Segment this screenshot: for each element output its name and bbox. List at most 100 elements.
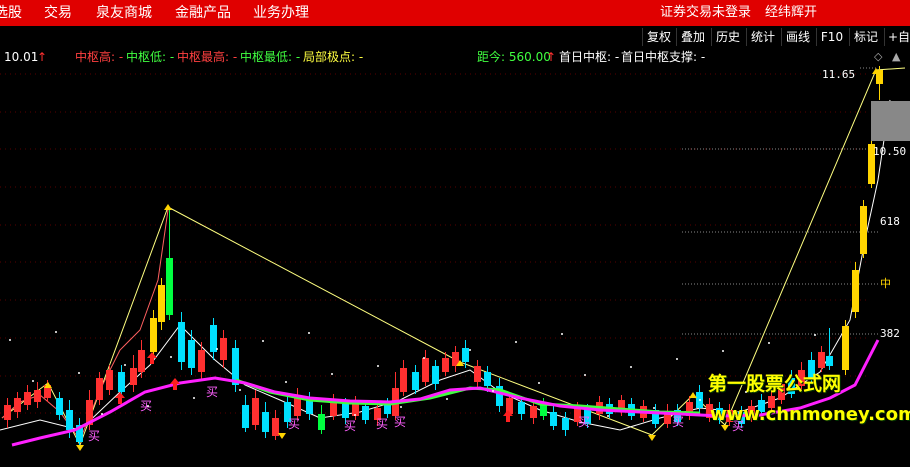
first-zhongshu: 首日中枢: - [559,50,620,64]
signal-dot [216,348,218,350]
menu-item-finance[interactable]: 金融产品 [175,3,231,23]
candle-body [442,358,449,372]
signal-dot [55,331,57,333]
add-watchlist-button[interactable]: +自选 [884,28,910,46]
fib-mid-label: 中 [880,277,891,290]
candle-body [562,418,569,430]
candle-body [462,348,469,362]
signal-dot [239,389,241,391]
top-menu-bar: 选股 交易 泉友商城 金融产品 业务办理 证券交易未登录 经纬辉开 [0,0,910,26]
buy-arrow-icon [170,378,180,390]
candle-body [474,366,481,382]
buy-label: 买 [394,415,406,429]
history-button[interactable]: 历史 [711,28,744,46]
signal-dot [423,357,425,359]
candle-body [106,370,113,390]
signal-dot [469,349,471,351]
mark-price-label: 10.50 [873,145,906,158]
candle-body [272,418,279,436]
stats-button[interactable]: 统计 [746,28,779,46]
buy-arrow-icon [115,392,125,404]
fuquan-button[interactable]: 复权 [642,28,675,46]
menu-item-business[interactable]: 业务办理 [253,3,309,23]
signal-dot [101,413,103,415]
distance-today: 距今: 560.00 [477,50,551,64]
candle-body [158,285,165,322]
candle-body [56,398,63,415]
fib-618-label: 618 [880,215,900,228]
login-status[interactable]: 证券交易未登录 [660,3,751,23]
collapse-icon[interactable]: ▲ [892,48,900,66]
candle-body [24,392,31,405]
candle-body [220,338,227,360]
candle-body [550,412,557,426]
first-zhongshu-support: 首日中枢支撑: - [621,50,706,64]
candle-body [842,326,849,370]
zhongshu-high: 中枢高: - [75,50,124,64]
signal-dot [78,372,80,374]
candle-body [198,350,205,372]
signal-dot [538,382,540,384]
fib-levels [682,67,878,335]
candle-body [242,405,249,428]
signal-dot [262,340,264,342]
f10-button[interactable]: F10 [816,28,847,46]
zhongshu-max: 中枢最高: - [177,50,238,64]
watermark-title: 第一股票公式网 [708,373,842,395]
signal-dot [630,366,632,368]
candle-body [826,356,833,366]
signal-dot [446,398,448,400]
up-arrow-icon: ↑ [546,50,557,64]
current-price: 10.01 [4,50,39,64]
candle-body [130,368,137,385]
stock-name: 经纬辉开 [765,5,818,20]
menu-item-xuangu[interactable]: 选股 [0,3,22,23]
signal-dot [9,339,11,341]
signal-triangle [164,204,172,210]
candle-body [262,412,269,432]
candle-body [484,372,491,386]
buy-label: 买 [672,415,684,429]
candle-body [96,378,103,400]
candle-body [188,340,195,368]
local-extreme: 局部极点: - [303,50,364,64]
candle-body [178,322,185,362]
buy-label: 买 [88,429,100,443]
signal-dot [814,334,816,336]
signal-dot [676,358,678,360]
signal-triangle-down [648,435,656,441]
signal-triangle [689,392,697,398]
draw-line-button[interactable]: 画线 [781,28,814,46]
candle-body [150,318,157,352]
candle-body [318,414,325,430]
mark-button[interactable]: 标记 [849,28,882,46]
candle-body [852,270,859,312]
signal-dot [32,380,34,382]
watermark-url: www.chnmoney.com [710,404,910,425]
chart-toolbar: 复权 叠加 历史 统计 画线 F10 标记 +自选 [0,26,910,48]
candle-body [210,325,217,352]
candle-body [14,398,21,412]
candle-body [432,366,439,384]
signal-triangle-down [76,445,84,451]
candle-body [342,404,349,418]
signal-dot [377,365,379,367]
candle-body [362,406,369,420]
signal-dot [607,415,609,417]
menu-item-shop[interactable]: 泉友商城 [96,3,152,23]
candle-body [422,358,429,382]
candle-body [252,398,259,425]
buy-label: 买 [344,419,356,433]
candle-body [818,352,825,368]
signal-dot [492,390,494,392]
candle-body [518,402,525,414]
candle-body [4,405,11,420]
menu-item-jiaoyi[interactable]: 交易 [44,3,72,23]
candle-body [400,368,407,392]
candle-body [860,206,867,254]
overlay-button[interactable]: 叠加 [676,28,709,46]
diamond-icon[interactable]: ◇ [874,48,882,66]
candle-body [34,390,41,402]
candle-body [138,350,145,372]
signal-triangle-down [278,433,286,439]
